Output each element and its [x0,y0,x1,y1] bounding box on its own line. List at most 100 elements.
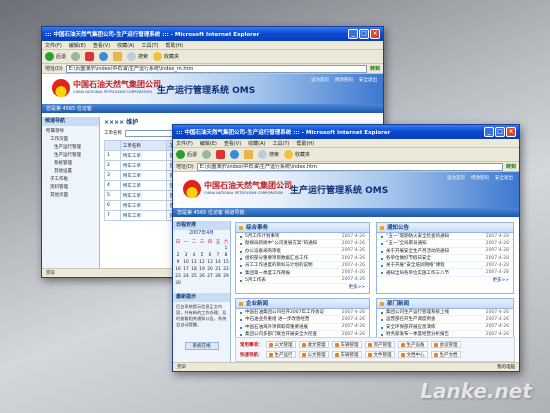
stop-icon[interactable] [216,150,226,159]
link-home[interactable]: 设为首页 [311,77,329,83]
list-item[interactable]: 中石油业务重组 进一步改善经营 2007-4-26 [236,316,369,324]
list-item[interactable]: 5月工作计划事项 2007-4-26 [236,233,369,241]
list-item[interactable]: 安全环保部开展应急演练 2007-4-26 [377,324,513,331]
tree-item[interactable]: 工作页面 [46,136,99,144]
close-icon[interactable]: × [506,127,516,137]
forward-arrow-icon[interactable] [202,150,212,159]
list-item[interactable]: 员工工作进度的目标与计划的说明 2007-4-26 [236,262,369,270]
close-icon[interactable]: × [370,29,380,39]
front-titlebar[interactable]: ::: 中国石油天然气集团公司-生产运行管理系统 ::: - Microsoft… [173,125,519,139]
list-item[interactable]: “五一”假期防火安全检查的通知 2007-4-28 [377,233,513,241]
favorites-button[interactable]: 收藏夹 [153,52,179,61]
menu-favorites[interactable]: 收藏(A) [117,42,134,49]
watermark: Lanke.net [420,379,532,403]
refresh-icon[interactable] [230,150,240,159]
tree-item[interactable]: 其他设置 [46,168,99,176]
list-item[interactable]: 组织部分重要项目数据汇总工作 2007-4-26 [236,255,369,263]
tree-item[interactable]: 生产运行管理 [46,144,99,152]
menu-tools[interactable]: 工具(T) [273,140,290,147]
back-button[interactable]: 后退 [45,52,66,61]
search-button[interactable]: 搜索 [258,150,279,159]
address-input[interactable]: E:\页面演示\index\中石油\生产运行系统\index.htm [196,162,503,171]
tree-item[interactable]: 所属领导 [46,128,99,136]
quick-item[interactable]: 生产文档 [430,351,461,358]
quick-item[interactable]: 公文管理 [265,341,296,348]
quick-item[interactable]: 生产运行 [265,351,296,358]
quick-item[interactable]: 会议管理 [430,341,461,348]
list-item[interactable]: 关于开展安全生产月活动的通知 2007-4-28 [377,248,513,255]
minimize-icon[interactable]: _ [348,29,358,39]
tree-item[interactable]: 其他页面 [46,192,99,200]
go-button[interactable]: 转到 [506,163,516,170]
tree-item[interactable]: 资料管理 [46,184,99,192]
list-item[interactable]: “五一”全局职员通知 2007-4-28 [377,240,513,248]
list-item[interactable]: 5月工作表 2007-4-26 [236,277,369,285]
list-item[interactable]: 运营部召开生产调度例会 2007-4-26 [377,316,513,324]
quick-item[interactable]: 收文管理 [298,341,329,348]
menu-view[interactable]: 查看(V) [93,42,110,49]
menu-tools[interactable]: 工具(T) [142,42,159,49]
quick-item[interactable]: 资产管理 [364,341,395,348]
back-menubar: 文件(F) 编辑(E) 查看(V) 收藏(A) 工具(T) 帮助(H) [42,41,383,50]
list-item[interactable]: 中国石油海外项目取得重要进展 2007-4-26 [236,324,369,331]
stop-icon[interactable] [85,52,95,61]
menu-edit[interactable]: 编辑(E) [200,140,217,147]
front-address-bar: 地址(D) E:\页面演示\index\中石油\生产运行系统\index.htm… [173,162,519,172]
forward-arrow-icon[interactable] [71,52,81,61]
favorites-button[interactable]: 收藏夹 [284,150,310,159]
more-link[interactable]: 更多>> [377,277,513,283]
tree-item[interactable]: 子工作板 [46,176,99,184]
star-icon [153,52,163,61]
address-input[interactable]: E:\页面演示\index\中石油\生产运行系统\index_m.htm [65,64,367,73]
quick-item[interactable]: 生产设备 [397,341,428,348]
quick-item[interactable]: 车辆管理 [331,341,362,348]
home-icon[interactable] [113,52,123,61]
search-button[interactable]: 搜索 [127,52,148,61]
notice-card: 综合事务 5月工作计划事项 2007-4-26 勘探局新闻中“公司发展方案”的通知… [235,222,370,294]
maximize-icon[interactable]: □ [495,127,505,137]
menu-help[interactable]: 帮助(H) [296,140,314,147]
maximize-icon[interactable]: □ [359,29,369,39]
back-arrow-icon [45,52,54,61]
menu-favorites[interactable]: 收藏(A) [248,140,265,147]
list-item[interactable]: 关于开展“安全培训网络”课程 2007-4-28 [377,262,513,270]
quick-item[interactable]: 文档中心 [397,351,428,358]
menu-file[interactable]: 文件(F) [176,140,193,147]
link-password[interactable]: 修改密码 [335,77,353,83]
more-link[interactable]: 更多>> [236,284,369,290]
tree-item[interactable]: 系统管理 [46,160,99,168]
doc-icon [334,352,339,357]
refresh-icon[interactable] [99,52,109,61]
quick-item[interactable]: 文件管理 [364,351,395,358]
menu-edit[interactable]: 编辑(E) [69,42,86,49]
link-password[interactable]: 修改密码 [471,175,489,181]
menu-file[interactable]: 文件(F) [45,42,62,49]
contact-button[interactable]: 系统在线 [184,342,219,350]
list-item[interactable]: 集团第一季度工作简报 2007-4-26 [236,269,369,277]
address-label: 地址(D) [176,164,194,170]
list-item[interactable]: 勘探局新闻中“公司发展方案”的通知 2007-4-26 [236,240,369,248]
back-button[interactable]: 后退 [176,150,197,159]
home-icon[interactable] [244,150,254,159]
link-home[interactable]: 设为首页 [447,175,465,181]
tree-item[interactable]: 生产运行管理 [46,152,99,160]
back-titlebar[interactable]: ::: 中国石油天然气集团公司-生产运行管理系统 ::: - Microsoft… [42,27,383,41]
doc-icon [367,352,372,357]
list-item[interactable]: 集团公司生产运行管理系统上线 2007-4-26 [377,309,513,317]
top-links: 设为首页 修改密码 安全退出 [311,77,377,83]
back-address-bar: 地址(D) E:\页面演示\index\中石油\生产运行系统\index_m.h… [42,64,383,74]
go-button[interactable]: 转到 [370,65,380,72]
quick-item[interactable]: 车辆管理 [331,351,362,358]
link-logout[interactable]: 安全退出 [495,175,513,181]
reminder-title: 最新提示 [173,293,230,302]
menu-view[interactable]: 查看(V) [224,140,241,147]
list-item[interactable]: 中国石油集团公司召开2007年工作会议 2007-4-26 [236,309,369,317]
quick-item[interactable]: 公文管理 [298,351,329,358]
search-icon [127,52,137,61]
list-item[interactable]: 通知全局各单位实施工作三八节 2007-4-28 [377,269,513,277]
link-logout[interactable]: 安全退出 [359,77,377,83]
minimize-icon[interactable]: _ [484,127,494,137]
list-item[interactable]: 办公设备采购审批 2007-4-26 [236,248,369,255]
menu-help[interactable]: 帮助(H) [165,42,183,49]
list-item[interactable]: 各单位做好节假日安全 2007-4-28 [377,255,513,263]
